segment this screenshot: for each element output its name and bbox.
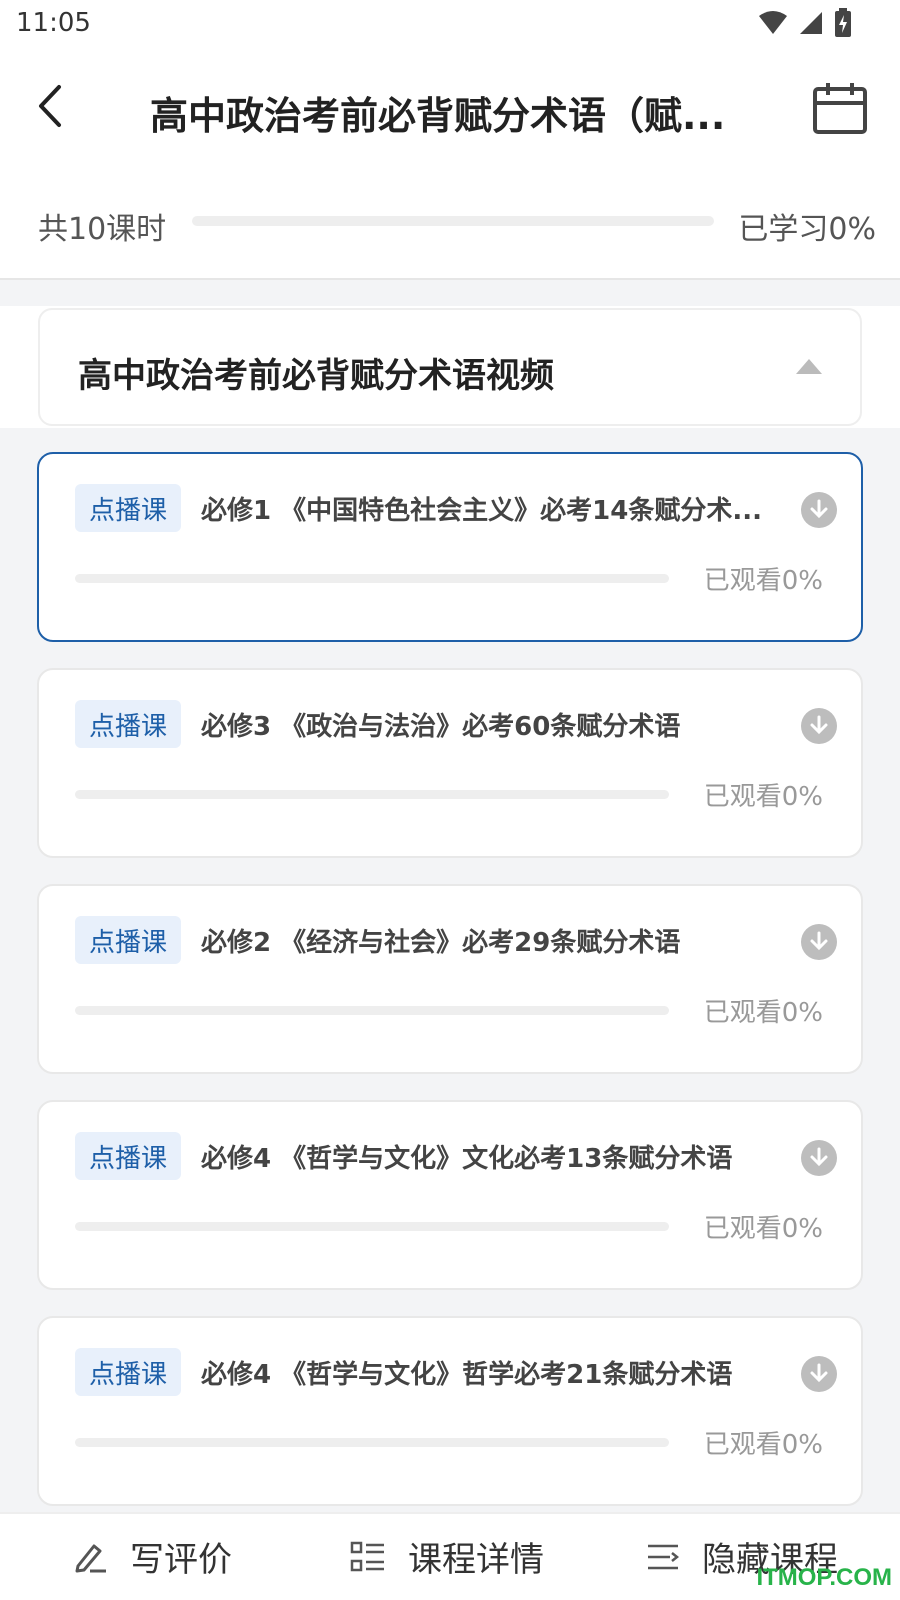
lesson-card[interactable]: 点播课 必修1 《中国特色社会主义》必考14条赋分术... 已观看0%: [37, 452, 863, 642]
lesson-progress-bar: [75, 1006, 669, 1015]
write-review-button[interactable]: 写评价: [72, 1532, 232, 1581]
lesson-count: 共10课时: [38, 212, 167, 247]
download-icon: [810, 715, 828, 735]
lesson-card[interactable]: 点播课 必修3 《政治与法治》必考60条赋分术语 已观看0%: [37, 668, 863, 858]
lesson-type-badge: 点播课: [75, 916, 182, 964]
lesson-type-badge: 点播课: [75, 1348, 182, 1396]
download-button[interactable]: [801, 1356, 837, 1392]
lesson-progress-label: 已观看0%: [703, 1430, 823, 1460]
section-title: 高中政治考前必背赋分术语视频: [78, 356, 554, 396]
signal-icon: [800, 12, 822, 34]
download-icon: [810, 1363, 828, 1383]
download-icon: [810, 499, 828, 519]
download-button[interactable]: [801, 924, 837, 960]
lesson-title: 必修1 《中国特色社会主义》必考14条赋分术...: [201, 496, 762, 526]
status-time: 11:05: [16, 8, 91, 38]
menu-collapse-icon: [648, 1544, 680, 1569]
lesson-progress-bar: [75, 790, 669, 799]
lesson-title: 必修3 《政治与法治》必考60条赋分术语: [201, 712, 681, 742]
battery-icon: [835, 8, 851, 37]
back-button[interactable]: [22, 78, 78, 134]
course-details-label: 课程详情: [408, 1540, 544, 1580]
download-icon: [810, 931, 828, 951]
bottom-action-bar: 写评价 课程详情 隐藏课程 ITMOP.COM: [0, 1512, 900, 1600]
status-bar: 11:05: [0, 0, 900, 50]
lesson-title: 必修2 《经济与社会》必考29条赋分术语: [201, 928, 681, 958]
lesson-type-badge: 点播课: [75, 700, 182, 748]
lesson-card[interactable]: 点播课 必修4 《哲学与文化》哲学必考21条赋分术语 已观看0%: [37, 1316, 863, 1506]
course-progress-bar: [192, 216, 714, 226]
course-progress-label: 已学习0%: [738, 212, 876, 247]
lesson-type-badge: 点播课: [75, 484, 182, 532]
collapse-arrow-icon[interactable]: [794, 354, 824, 378]
lesson-title: 必修4 《哲学与文化》哲学必考21条赋分术语: [201, 1360, 733, 1390]
chevron-left-icon: [39, 85, 61, 127]
download-button[interactable]: [801, 1140, 837, 1176]
lesson-title: 必修4 《哲学与文化》文化必考13条赋分术语: [201, 1144, 733, 1174]
download-button[interactable]: [801, 492, 837, 528]
lesson-progress-label: 已观看0%: [703, 782, 823, 812]
write-review-label: 写评价: [130, 1540, 232, 1580]
section-header[interactable]: 高中政治考前必背赋分术语视频: [38, 308, 862, 426]
list-details-icon: [350, 1541, 384, 1571]
lesson-card[interactable]: 点播课 必修4 《哲学与文化》文化必考13条赋分术语 已观看0%: [37, 1100, 863, 1290]
status-icons: [758, 8, 852, 38]
lesson-progress-label: 已观看0%: [703, 566, 823, 596]
wifi-icon: [759, 11, 787, 34]
lesson-progress-label: 已观看0%: [703, 998, 823, 1028]
download-button[interactable]: [801, 708, 837, 744]
course-progress-summary: 共10课时 已学习0%: [0, 170, 900, 280]
lesson-progress-bar: [75, 1438, 669, 1447]
watermark-text: ITMOP.COM: [756, 1564, 892, 1591]
lesson-type-badge: 点播课: [75, 1132, 182, 1180]
page-title: 高中政治考前必背赋分术语（赋...: [150, 94, 726, 138]
pen-icon: [75, 1544, 106, 1572]
course-details-button[interactable]: 课程详情: [350, 1532, 544, 1581]
lesson-progress-label: 已观看0%: [703, 1214, 823, 1244]
header: 高中政治考前必背赋分术语（赋...: [0, 50, 900, 170]
lesson-progress-bar: [75, 574, 669, 583]
download-icon: [810, 1147, 828, 1167]
lesson-card[interactable]: 点播课 必修2 《经济与社会》必考29条赋分术语 已观看0%: [37, 884, 863, 1074]
lesson-progress-bar: [75, 1222, 669, 1231]
calendar-icon: [813, 83, 867, 134]
calendar-button[interactable]: [810, 78, 870, 138]
